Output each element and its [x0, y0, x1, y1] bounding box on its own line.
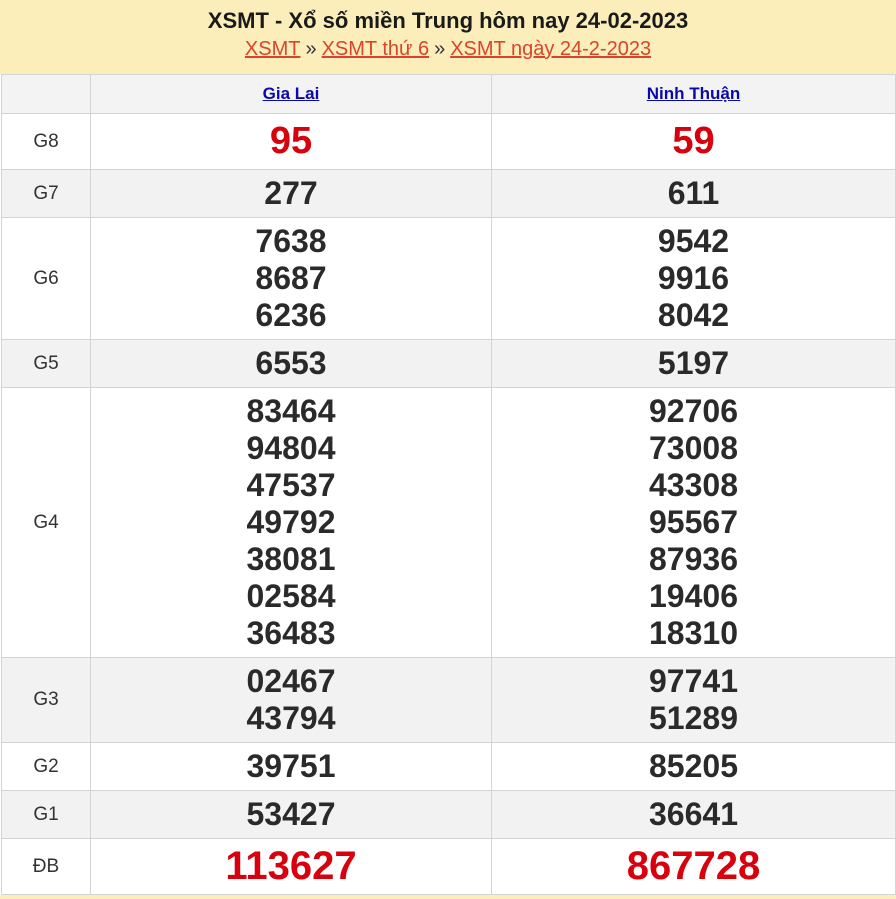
province-link-gia-lai[interactable]: Gia Lai	[263, 84, 320, 103]
prize-cell: 85205	[491, 742, 896, 791]
prize-number: 9542	[657, 223, 730, 259]
prize-row: G7 277 611	[1, 169, 896, 218]
prize-cell: 5197	[491, 339, 896, 388]
prize-number: 19406	[649, 578, 738, 614]
prize-number: 53427	[246, 796, 336, 832]
prize-label: G8	[1, 113, 91, 170]
results-table: Gia Lai Ninh Thuận G8 95 59 G7 277 611 G6 7638 8…	[1, 74, 896, 895]
prize-label: ĐB	[1, 838, 91, 895]
prize-number: 43794	[246, 700, 336, 736]
breadcrumb-xsmt[interactable]: XSMT	[245, 38, 301, 60]
prize-table-body: G8 95 59 G7 277 611 G6 7638 8687 6236 9542 9916 8042…	[1, 113, 896, 895]
prize-label: G4	[1, 387, 91, 658]
prize-row: G4 83464 94804 47537 49792 38081 02584 36483 927…	[1, 387, 896, 658]
prize-cell: 97741 51289	[491, 657, 896, 743]
prize-number: 43308	[649, 467, 738, 503]
province-header: Ninh Thuận	[491, 74, 896, 114]
prize-label: G7	[1, 169, 91, 218]
breadcrumb-separator: »	[305, 38, 317, 60]
prize-number: 51289	[649, 700, 738, 736]
corner-cell	[1, 74, 91, 114]
prize-label: G5	[1, 339, 91, 388]
prize-cell: 36641	[491, 790, 896, 839]
prize-cell: 92706 73008 43308 95567 87936 19406 18310	[491, 387, 896, 658]
province-header-row: Gia Lai Ninh Thuận	[1, 74, 896, 114]
breadcrumb-xsmt-friday[interactable]: XSMT thứ 6	[322, 38, 430, 60]
prize-number: 97741	[649, 663, 738, 699]
prize-cell: 277	[90, 169, 492, 218]
prize-number: 85205	[649, 748, 738, 784]
prize-label: G3	[1, 657, 91, 743]
prize-cell: 611	[491, 169, 896, 218]
prize-cell: 39751	[90, 742, 492, 791]
province-link-ninh-thuan[interactable]: Ninh Thuận	[647, 84, 740, 103]
prize-number: 277	[264, 175, 318, 211]
prize-number: 73008	[649, 430, 738, 466]
prize-number: 9916	[657, 260, 730, 296]
prize-number: 8687	[255, 260, 327, 296]
prize-cell: 02467 43794	[90, 657, 492, 743]
prize-row: G8 95 59	[1, 113, 896, 170]
prize-number: 47537	[246, 467, 336, 503]
prize-cell: 83464 94804 47537 49792 38081 02584 36483	[90, 387, 492, 658]
breadcrumb-xsmt-date[interactable]: XSMT ngày 24-2-2023	[450, 38, 651, 60]
prize-number: 113627	[225, 844, 357, 888]
prize-number: 18310	[649, 615, 738, 651]
prize-cell: 53427	[90, 790, 492, 839]
prize-row: G3 02467 43794 97741 51289	[1, 657, 896, 743]
prize-cell: 867728	[491, 838, 896, 895]
prize-number: 611	[667, 175, 720, 211]
prize-row: G5 6553 5197	[1, 339, 896, 388]
prize-number: 5197	[657, 345, 730, 381]
prize-number: 7638	[255, 223, 327, 259]
prize-number: 867728	[626, 844, 761, 888]
prize-row: G6 7638 8687 6236 9542 9916 8042	[1, 217, 896, 340]
prize-cell: 59	[491, 113, 896, 170]
breadcrumb: XSMT» XSMT thứ 6» XSMT ngày 24-2-2023	[0, 36, 896, 62]
prize-row: G2 39751 85205	[1, 742, 896, 791]
prize-cell: 113627	[90, 838, 492, 895]
prize-number: 83464	[246, 393, 336, 429]
prize-number: 6236	[255, 297, 327, 333]
prize-label: G6	[1, 217, 91, 340]
prize-cell: 6553	[90, 339, 492, 388]
prize-number: 36483	[246, 615, 336, 651]
bottom-bar	[0, 895, 896, 899]
prize-row: G1 53427 36641	[1, 790, 896, 839]
prize-number: 59	[672, 120, 715, 162]
prize-number: 36641	[649, 796, 738, 832]
province-header: Gia Lai	[90, 74, 492, 114]
prize-number: 49792	[246, 504, 336, 540]
prize-row: ĐB 113627 867728	[1, 838, 896, 895]
prize-number: 94804	[246, 430, 336, 466]
prize-cell: 9542 9916 8042	[491, 217, 896, 340]
prize-label: G2	[1, 742, 91, 791]
prize-number: 02584	[246, 578, 336, 614]
prize-number: 8042	[657, 297, 730, 333]
prize-number: 38081	[246, 541, 336, 577]
prize-number: 39751	[246, 748, 336, 784]
prize-number: 95	[269, 120, 313, 162]
prize-number: 02467	[246, 663, 336, 699]
prize-cell: 7638 8687 6236	[90, 217, 492, 340]
page-header: XSMT - Xổ số miền Trung hôm nay 24-02-20…	[0, 0, 896, 74]
breadcrumb-separator: »	[434, 38, 446, 60]
prize-label: G1	[1, 790, 91, 839]
prize-number: 95567	[649, 504, 738, 540]
prize-cell: 95	[90, 113, 492, 170]
page-title: XSMT - Xổ số miền Trung hôm nay 24-02-20…	[207, 8, 689, 33]
prize-number: 6553	[255, 345, 327, 381]
prize-number: 92706	[649, 393, 738, 429]
prize-number: 87936	[649, 541, 738, 577]
